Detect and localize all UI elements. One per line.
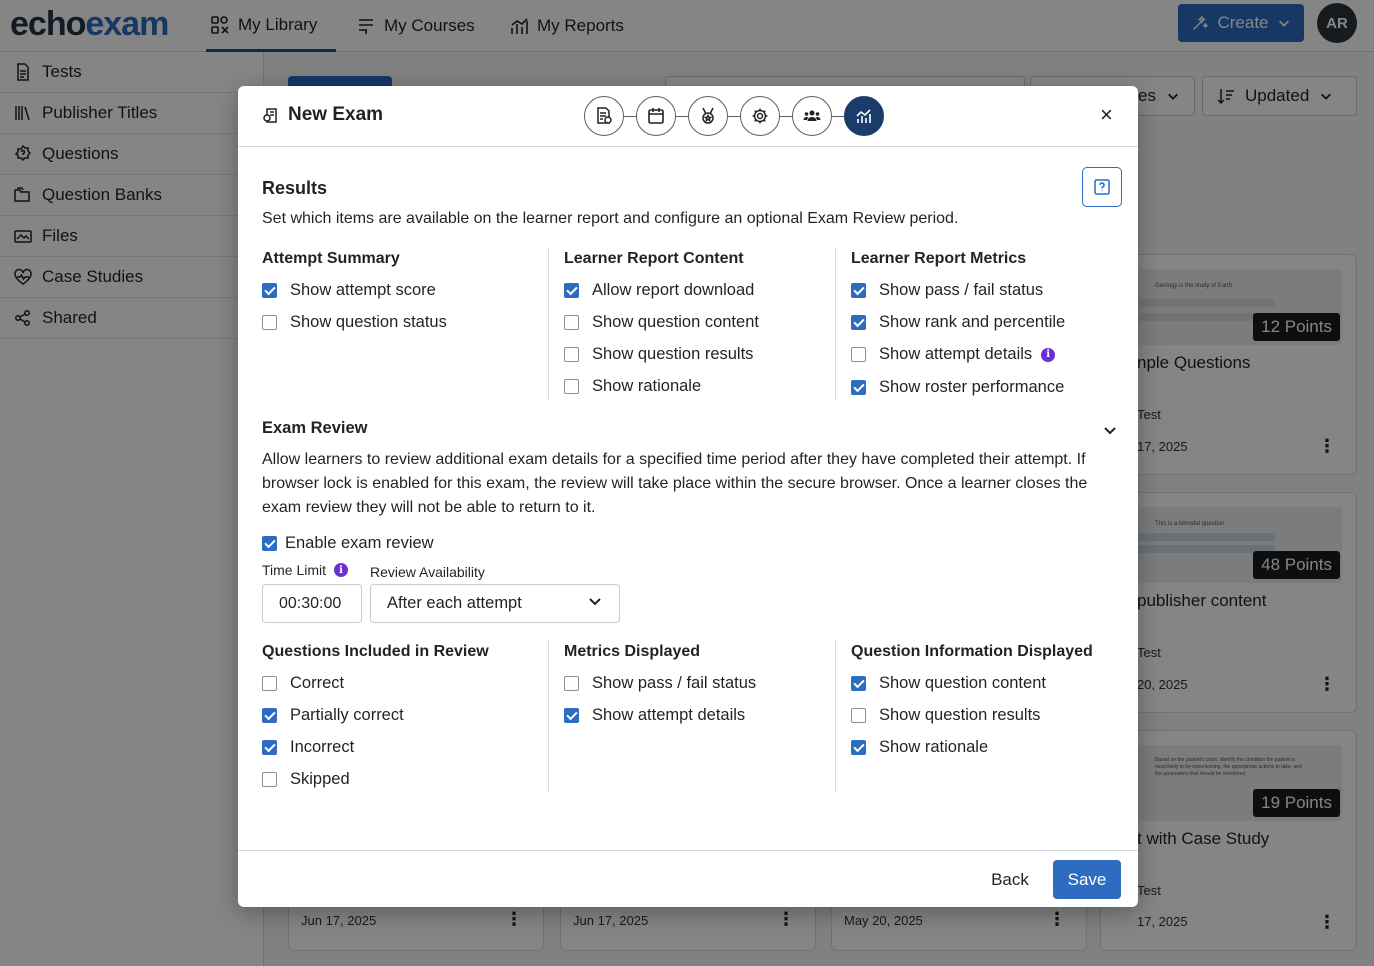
checkbox-show-question-content[interactable]: Show question content — [564, 313, 759, 332]
step-grading[interactable] — [688, 96, 728, 136]
checkbox[interactable] — [262, 283, 277, 298]
time-limit-input[interactable]: 00:30:00 — [262, 584, 362, 623]
checkbox[interactable] — [851, 380, 866, 395]
checkbox[interactable] — [851, 315, 866, 330]
results-heading: Results — [262, 178, 328, 198]
save-button[interactable]: Save — [1053, 860, 1121, 899]
checkbox[interactable] — [564, 315, 579, 330]
step-schedule[interactable] — [636, 96, 676, 136]
step-results[interactable] — [844, 96, 884, 136]
learner-report-metrics-heading: Learner Report Metrics — [851, 250, 1027, 267]
checkbox-show-attempt-score[interactable]: Show attempt score — [262, 281, 436, 300]
checkbox-show-rationale[interactable]: Show rationale — [564, 377, 701, 396]
checkbox-allow-report-download[interactable]: Allow report download — [564, 281, 754, 300]
checkbox[interactable] — [262, 740, 277, 755]
chart-icon — [856, 109, 871, 123]
checkbox-review-question-content[interactable]: Show question content — [851, 674, 1046, 693]
checkbox[interactable] — [564, 676, 579, 691]
checkbox-enable-exam-review[interactable]: Enable exam review — [262, 534, 434, 553]
back-button[interactable]: Back — [978, 861, 1042, 899]
checkbox[interactable] — [564, 379, 579, 394]
chevron-down-icon — [1104, 427, 1116, 435]
checkbox-skipped[interactable]: Skipped — [262, 770, 350, 789]
checkbox[interactable] — [851, 676, 866, 691]
exam-review-heading: Exam Review — [262, 419, 368, 437]
modal-footer: Back Save — [238, 850, 1138, 907]
checkbox-show-question-results[interactable]: Show question results — [564, 345, 753, 364]
checkbox-correct[interactable]: Correct — [262, 674, 344, 693]
metrics-displayed-heading: Metrics Displayed — [564, 643, 701, 660]
review-availability-label: Review Availability — [370, 564, 485, 580]
divider — [835, 248, 836, 400]
checkbox-incorrect[interactable]: Incorrect — [262, 738, 354, 757]
checkbox[interactable] — [262, 536, 277, 551]
help-button[interactable] — [1082, 167, 1122, 207]
exam-review-description: Allow learners to review additional exam… — [262, 451, 1088, 516]
wizard-steps — [584, 96, 884, 136]
divider — [548, 248, 549, 400]
divider — [548, 640, 549, 792]
new-exam-modal: New Exam × Results Set which items are a… — [238, 86, 1138, 907]
info-icon[interactable]: i — [1041, 347, 1056, 362]
checkbox[interactable] — [262, 772, 277, 787]
checkbox-show-pass-fail-status[interactable]: Show pass / fail status — [851, 281, 1043, 300]
questions-included-heading: Questions Included in Review — [262, 643, 489, 660]
attempt-summary-heading: Attempt Summary — [262, 250, 400, 267]
checkbox-show-attempt-details[interactable]: Show attempt details i — [851, 345, 1056, 364]
checkbox[interactable] — [262, 315, 277, 330]
checkbox-review-pass-fail-status[interactable]: Show pass / fail status — [564, 674, 756, 693]
checkbox[interactable] — [564, 283, 579, 298]
divider — [835, 640, 836, 792]
learner-report-content-heading: Learner Report Content — [564, 250, 744, 267]
exam-rocket-icon — [263, 108, 277, 123]
gear-icon — [752, 108, 768, 124]
checkbox-review-question-results[interactable]: Show question results — [851, 706, 1040, 725]
modal-title: New Exam — [262, 104, 383, 126]
info-icon[interactable]: i — [334, 563, 349, 577]
checkbox[interactable] — [564, 708, 579, 723]
calendar-icon — [648, 108, 664, 124]
checkbox-review-attempt-details[interactable]: Show attempt details — [564, 706, 745, 725]
checkbox-review-rationale[interactable]: Show rationale — [851, 738, 988, 757]
medal-icon — [702, 107, 714, 124]
checkbox[interactable] — [262, 708, 277, 723]
question-info-heading: Question Information Displayed — [851, 643, 1093, 660]
step-details[interactable] — [584, 96, 624, 136]
chevron-down-icon — [589, 598, 601, 606]
checkbox[interactable] — [564, 347, 579, 362]
collapse-toggle[interactable] — [1102, 422, 1118, 443]
users-icon — [803, 110, 821, 121]
modal-header: New Exam × — [238, 86, 1138, 147]
checkbox[interactable] — [851, 708, 866, 723]
time-limit-label: Time Limit i — [262, 562, 349, 578]
review-availability-select[interactable]: After each attempt — [370, 584, 620, 623]
help-icon — [1094, 179, 1110, 195]
checkbox[interactable] — [851, 740, 866, 755]
step-participants[interactable] — [792, 96, 832, 136]
checkbox-partially-correct[interactable]: Partially correct — [262, 706, 404, 725]
results-description: Set which items are available on the lea… — [262, 210, 959, 227]
checkbox-show-question-status[interactable]: Show question status — [262, 313, 447, 332]
close-icon[interactable]: × — [1100, 104, 1113, 126]
checkbox-show-rank-percentile[interactable]: Show rank and percentile — [851, 313, 1065, 332]
checkbox[interactable] — [851, 347, 866, 362]
checkbox-show-roster-performance[interactable]: Show roster performance — [851, 378, 1064, 397]
checkbox[interactable] — [262, 676, 277, 691]
checkbox[interactable] — [851, 283, 866, 298]
step-settings[interactable] — [740, 96, 780, 136]
exam-details-icon — [597, 107, 612, 124]
